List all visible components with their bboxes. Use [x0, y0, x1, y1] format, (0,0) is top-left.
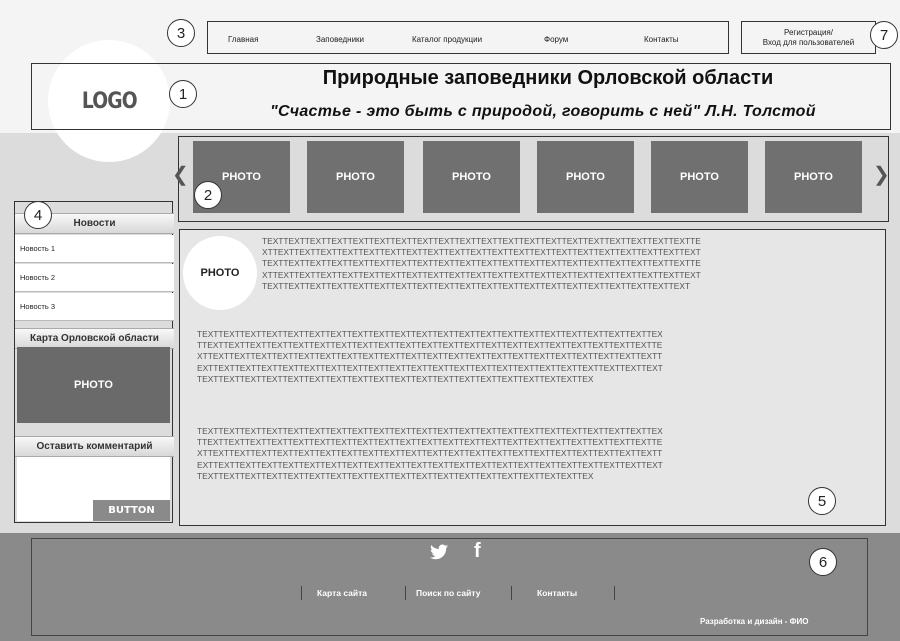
- twitter-icon[interactable]: [430, 543, 448, 566]
- nav-contacts[interactable]: Контакты: [644, 35, 679, 44]
- gallery-photo[interactable]: PHOTO: [537, 141, 634, 213]
- footer-divider: [301, 586, 302, 600]
- news-item[interactable]: Новость 1: [15, 235, 174, 263]
- submit-comment-button[interactable]: BUTTON: [93, 500, 170, 521]
- gallery-photo[interactable]: PHOTO: [307, 141, 404, 213]
- news-item[interactable]: Новость 3: [15, 293, 174, 321]
- region-map[interactable]: PHOTO: [17, 347, 170, 423]
- paragraph-intro: TEXTTEXTTEXTTEXTTEXTTEXTTEXTTEXTTEXTTEXT…: [262, 236, 701, 291]
- sidebar: Новости Новость 1 Новость 2 Новость 3 Ка…: [14, 201, 174, 523]
- login-register-link[interactable]: Регистрация/ Вход для пользователей: [741, 21, 876, 54]
- register-label: Регистрация/: [784, 28, 833, 37]
- top-nav: Главная Заповедники Каталог продукции Фо…: [207, 21, 729, 54]
- map-heading: Карта Орловской области: [15, 328, 174, 349]
- paragraph-3: TEXTTEXTTEXTTEXTTEXTTEXTTEXTTEXTTEXTTEXT…: [197, 426, 663, 481]
- footer-divider: [614, 586, 615, 600]
- news-item[interactable]: Новость 2: [15, 264, 174, 292]
- marker-1: 1: [169, 80, 197, 108]
- marker-4: 4: [24, 201, 52, 229]
- gallery-photo[interactable]: PHOTO: [651, 141, 748, 213]
- footer-credits: Разработка и дизайн - ФИО: [700, 617, 809, 626]
- nav-forum[interactable]: Форум: [544, 35, 568, 44]
- article-photo[interactable]: PHOTO: [183, 236, 257, 310]
- nav-home[interactable]: Главная: [228, 35, 258, 44]
- chevron-left-icon[interactable]: ❮: [172, 165, 189, 185]
- main-content: TEXTTEXTTEXTTEXTTEXTTEXTTEXTTEXTTEXTTEXT…: [179, 229, 886, 526]
- footer-divider: [511, 586, 512, 600]
- marker-6: 6: [809, 548, 837, 576]
- footer-link-search[interactable]: Поиск по сайту: [416, 588, 480, 598]
- marker-2: 2: [194, 181, 222, 209]
- photo-gallery: PHOTO PHOTO PHOTO PHOTO PHOTO PHOTO: [178, 136, 889, 222]
- footer-link-sitemap[interactable]: Карта сайта: [317, 588, 367, 598]
- login-label: Вход для пользователей: [762, 38, 855, 47]
- marker-3: 3: [167, 19, 195, 47]
- page-title: Природные заповедники Орловской области: [322, 67, 774, 89]
- marker-5: 5: [808, 487, 836, 515]
- footer-link-contacts[interactable]: Контакты: [537, 588, 577, 598]
- comment-heading: Оставить комментарий: [15, 436, 174, 457]
- gallery-photo[interactable]: PHOTO: [423, 141, 520, 213]
- marker-7: 7: [870, 21, 898, 49]
- nav-catalog[interactable]: Каталог продукции: [412, 35, 482, 44]
- nav-reserves[interactable]: Заповедники: [316, 35, 364, 44]
- chevron-right-icon[interactable]: ❯: [873, 165, 890, 185]
- paragraph-2: TEXTTEXTTEXTTEXTTEXTTEXTTEXTTEXTTEXTTEXT…: [197, 329, 663, 384]
- gallery-photo[interactable]: PHOTO: [765, 141, 862, 213]
- header-quote: "Счастье - это быть с природой, говорить…: [270, 103, 816, 120]
- facebook-icon[interactable]: f: [474, 540, 481, 563]
- footer-divider: [405, 586, 406, 600]
